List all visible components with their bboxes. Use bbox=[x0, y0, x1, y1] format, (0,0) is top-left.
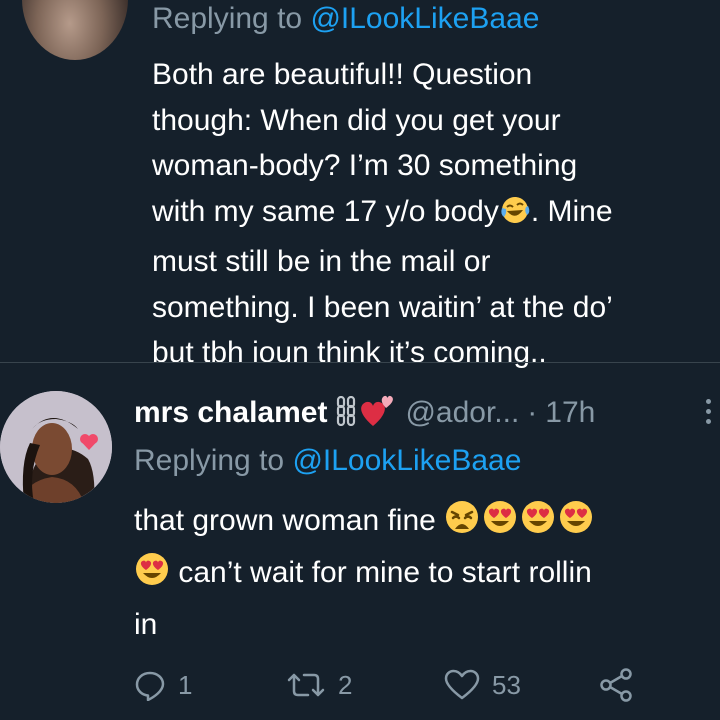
replying-prefix: Replying to bbox=[134, 444, 293, 477]
tweet-header: mrs chalamet @ador... · 17h bbox=[134, 393, 595, 433]
replying-to: Replying to @ILookLikeBaae bbox=[152, 2, 539, 36]
display-name[interactable]: mrs chalamet bbox=[134, 396, 327, 430]
timestamp[interactable]: 17h bbox=[545, 396, 595, 430]
text-line: though: When did you get your bbox=[152, 103, 561, 137]
avatar[interactable] bbox=[22, 0, 128, 60]
share-icon bbox=[598, 668, 634, 702]
text-line: that grown woman fine bbox=[134, 497, 718, 549]
retweet-count: 2 bbox=[338, 669, 353, 700]
replying-to: Replying to @ILookLikeBaae bbox=[134, 443, 521, 479]
reply-button[interactable]: 1 bbox=[134, 663, 192, 707]
replying-handle-link[interactable]: @ILookLikeBaae bbox=[292, 444, 521, 477]
tweet-text: Both are beautiful!! Question though: Wh… bbox=[152, 52, 712, 376]
text-segment: with my same 17 y/o body bbox=[152, 194, 499, 228]
two-hearts-emoji-icon bbox=[359, 394, 395, 433]
text-line: must still be in the mail or bbox=[152, 245, 491, 278]
tweet-1[interactable]: Replying to @ILookLikeBaae Both are beau… bbox=[0, 0, 720, 369]
text-line: can’t wait for mine to start rollin bbox=[134, 549, 718, 601]
like-count: 53 bbox=[492, 669, 521, 700]
replying-handle-link[interactable]: @ILookLikeBaae bbox=[310, 2, 539, 35]
text-line: in bbox=[134, 608, 158, 641]
reply-count: 1 bbox=[178, 669, 193, 700]
tears-of-joy-emoji-icon bbox=[499, 194, 531, 240]
text-line: with my same 17 y/o body . Mine bbox=[152, 189, 712, 240]
tweet-text: that grown woman fine can’t wait for min… bbox=[134, 497, 718, 648]
timeline: Replying to @ILookLikeBaae Both are beau… bbox=[0, 0, 720, 720]
text-line: something. I been waitin’ at the do’ bbox=[152, 290, 613, 324]
heart-eyes-emoji-icon bbox=[520, 499, 556, 549]
retweet-button[interactable]: 2 bbox=[286, 663, 352, 707]
text-segment: that grown woman fine bbox=[134, 504, 445, 537]
user-handle[interactable]: @ador... bbox=[405, 396, 519, 430]
share-button[interactable] bbox=[598, 663, 634, 707]
separator-dot: · bbox=[527, 396, 538, 429]
retweet-icon bbox=[286, 669, 326, 701]
more-icon[interactable] bbox=[700, 395, 716, 435]
heart-eyes-emoji-icon bbox=[134, 551, 170, 601]
replying-prefix: Replying to bbox=[152, 2, 311, 35]
text-line: Both are beautiful!! Question bbox=[152, 58, 533, 91]
reply-icon bbox=[134, 669, 166, 701]
text-segment: . Mine bbox=[530, 194, 613, 228]
like-button[interactable]: 53 bbox=[444, 663, 521, 707]
like-icon bbox=[444, 669, 480, 701]
avatar[interactable] bbox=[0, 391, 112, 503]
avatar-photo bbox=[0, 391, 112, 503]
heart-eyes-emoji-icon bbox=[558, 499, 594, 549]
chains-emoji-icon bbox=[335, 395, 357, 431]
text-line: woman-body? I’m 30 something bbox=[152, 149, 578, 182]
heart-eyes-emoji-icon bbox=[482, 499, 518, 549]
tweet-2[interactable]: mrs chalamet @ador... · 17h Replying to … bbox=[0, 363, 720, 720]
text-segment: can’t wait for mine to start rollin bbox=[170, 556, 592, 589]
weary-face-emoji-icon bbox=[444, 499, 480, 549]
tweet-actions: 1 2 53 bbox=[0, 663, 720, 707]
